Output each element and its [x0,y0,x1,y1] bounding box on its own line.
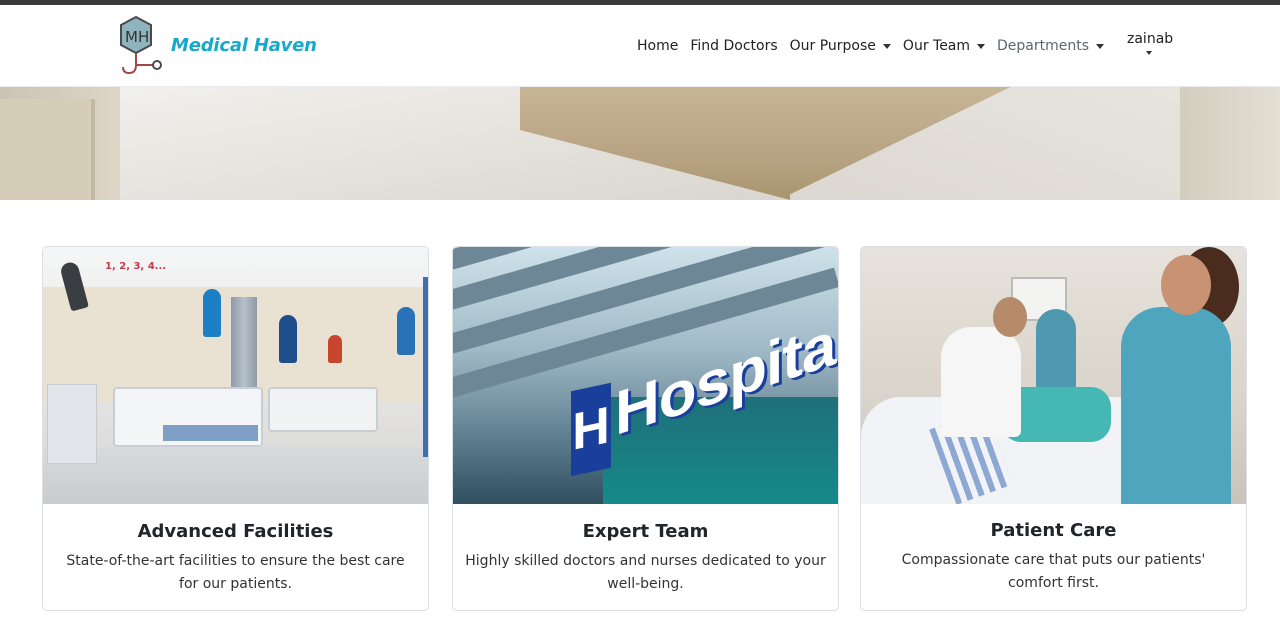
card-patient-care: Patient Care Compassionate care that put… [860,246,1247,611]
card-title: Advanced Facilities [137,521,334,542]
main-nav: Home Find Doctors Our Purpose Our Team D… [631,38,1110,54]
caret-down-icon [1146,51,1152,55]
card-text: Compassionate care that puts our patient… [901,552,1206,591]
card-expert-team: H Hospital Expert Team Highly skilled do… [452,246,839,611]
svg-text:MH: MH [125,28,149,46]
card-text: Highly skilled doctors and nurses dedica… [465,553,826,592]
navbar: MH Medical Haven Home Find Doctors Our P… [0,5,1280,87]
hero-banner-image [0,87,1280,200]
user-name: zainab [1127,31,1174,47]
nav-our-team-dropdown[interactable]: Our Team [897,38,991,54]
nav-home[interactable]: Home [631,38,684,54]
nav-our-purpose-dropdown[interactable]: Our Purpose [784,38,897,54]
caret-down-icon [977,44,986,49]
user-menu-dropdown[interactable]: zainab [1127,31,1174,55]
hospital-sign-image: H Hospital [453,247,838,504]
nav-departments-dropdown[interactable]: Departments [991,38,1110,54]
nav-our-team-label: Our Team [902,38,971,54]
nav-find-doctors[interactable]: Find Doctors [684,38,783,54]
medical-haven-logo-icon: MH [120,15,162,75]
brand-link[interactable]: MH Medical Haven [115,15,317,77]
nav-home-label: Home [637,38,679,54]
card-text: State-of-the-art facilities to ensure th… [66,553,405,592]
nav-find-doctors-label: Find Doctors [690,38,778,54]
brand-name: Medical Haven [171,34,317,56]
caret-down-icon [1096,44,1105,49]
card-title: Patient Care [990,520,1117,541]
nav-our-purpose-label: Our Purpose [789,38,876,54]
hospital-room-image: 1, 2, 3, 4... [43,247,428,504]
patient-care-image [861,247,1246,504]
card-advanced-facilities: 1, 2, 3, 4... Advanced Facilities State-… [42,246,429,611]
caret-down-icon [882,44,891,49]
hospital-sign-letter: H [571,382,611,477]
card-title: Expert Team [582,521,709,542]
nav-departments-label: Departments [997,38,1090,54]
